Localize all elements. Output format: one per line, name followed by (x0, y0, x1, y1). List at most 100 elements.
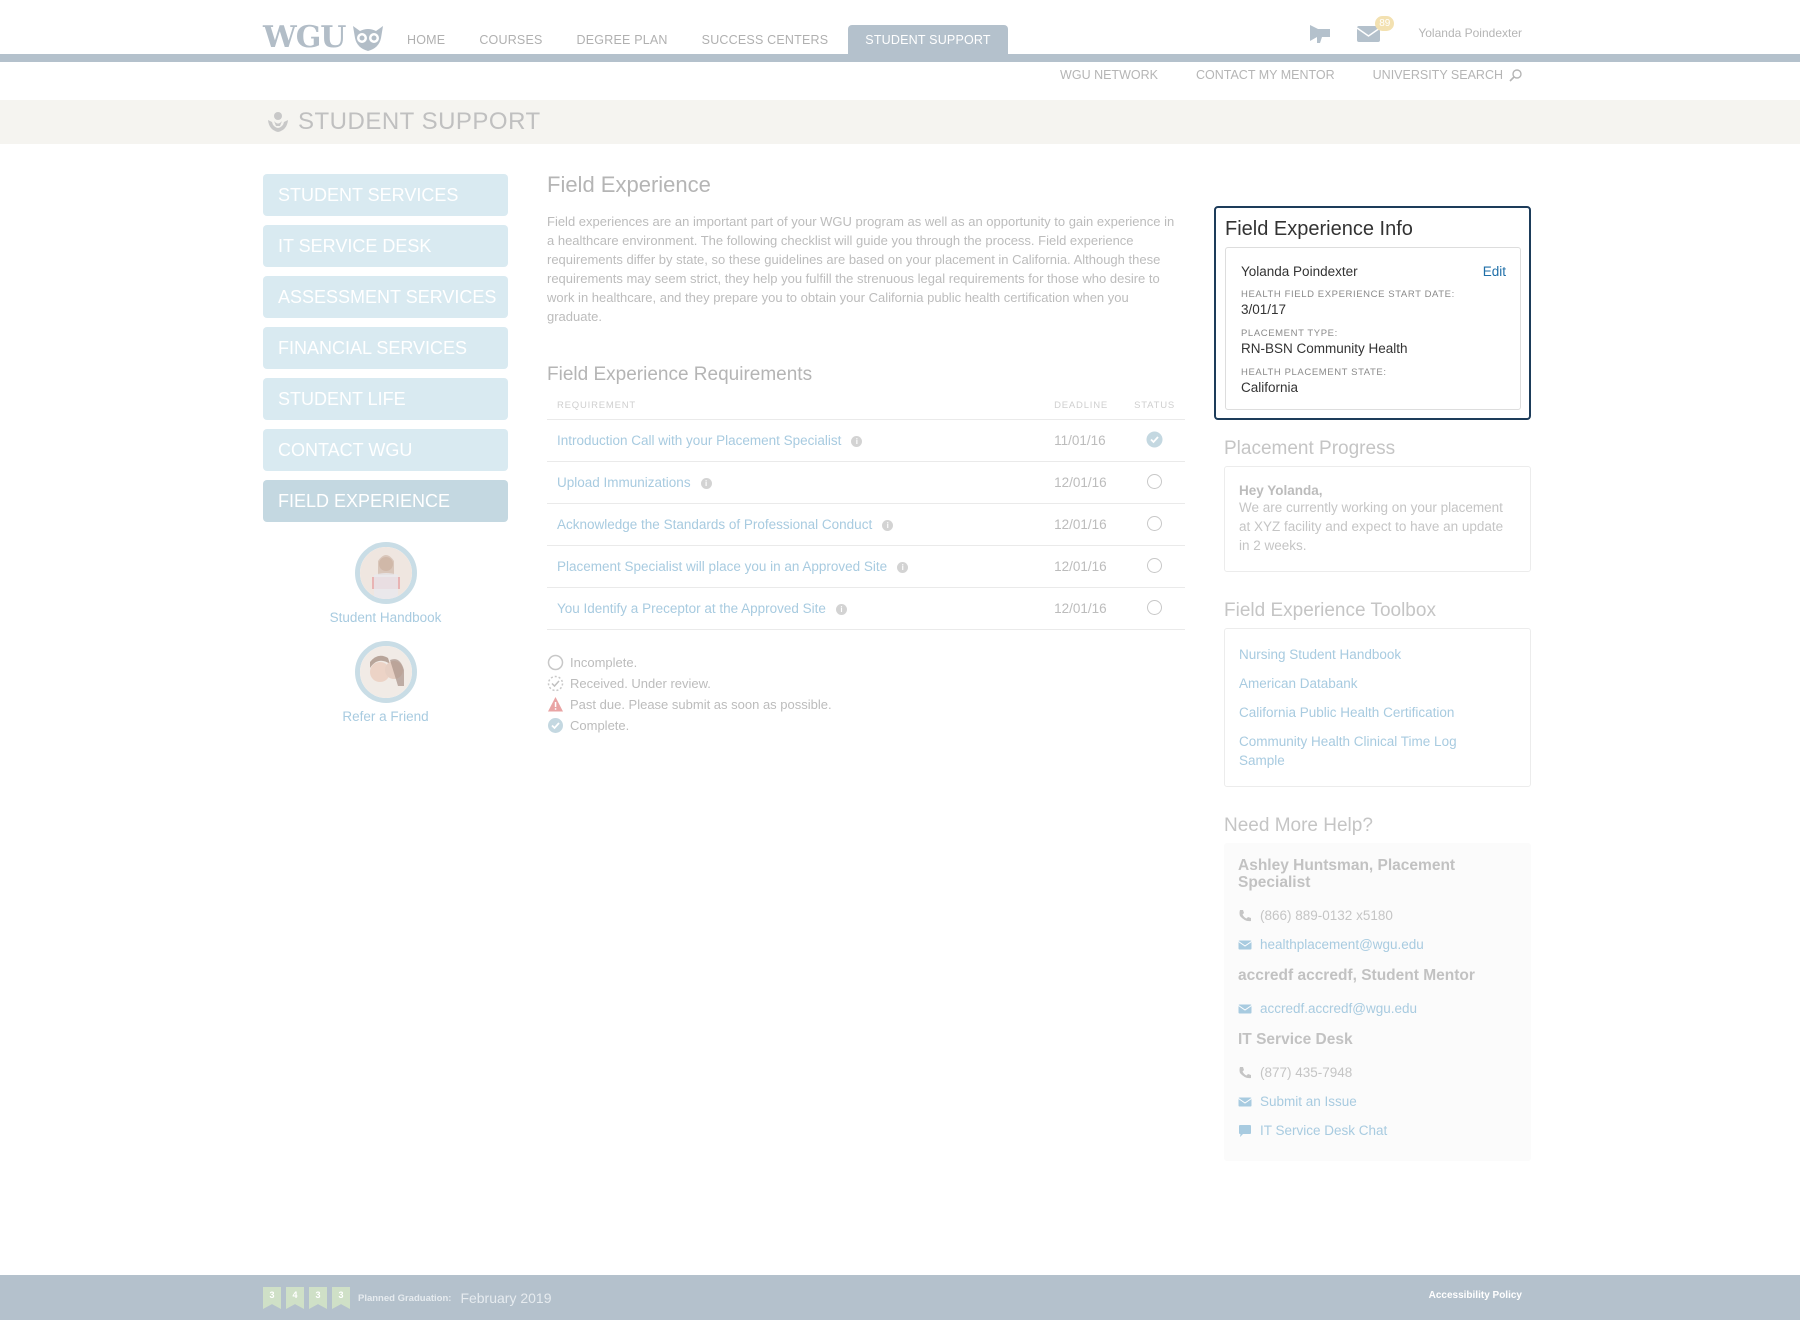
owl-logo-icon (353, 25, 384, 51)
term-ribbon: 4 (286, 1287, 304, 1309)
chat-label: IT Service Desk Chat (1260, 1123, 1388, 1138)
incomplete-circle-icon (1147, 473, 1163, 489)
info-name-row: Yolanda Poindexter Edit (1241, 264, 1506, 279)
contact-student-mentor: accredf accredf, Student Mentor accredf.… (1238, 967, 1517, 1023)
placement-state-value: California (1241, 380, 1299, 395)
incomplete-circle-icon (547, 654, 564, 671)
start-date-value: 3/01/17 (1241, 302, 1287, 317)
sidebar-item-it-service-desk[interactable]: IT SERVICE DESK (263, 225, 508, 267)
messages-button[interactable]: 89 (1356, 16, 1395, 44)
placement-progress-box: Hey Yolanda, We are currently working on… (1224, 466, 1531, 572)
service-desk-chat-link[interactable]: IT Service Desk Chat (1238, 1116, 1517, 1145)
legend-item-received: Received. Under review. (547, 673, 1185, 694)
sidebar-item-assessment-services[interactable]: ASSESSMENT SERVICES (263, 276, 508, 318)
requirement-deadline: 11/01/16 (1044, 419, 1125, 462)
table-header-row: REQUIREMENT DEADLINE STATUS (547, 396, 1185, 420)
nav-success-centers[interactable]: SUCCESS CENTERS (685, 25, 846, 54)
announcements-button[interactable] (1308, 22, 1334, 44)
info-icon[interactable]: i (700, 478, 712, 489)
info-icon[interactable]: i (882, 520, 894, 531)
student-name: Yolanda Poindexter (1241, 264, 1358, 279)
sidebar: STUDENT SERVICES IT SERVICE DESK ASSESSM… (263, 174, 508, 724)
requirement-status (1124, 461, 1185, 504)
contact-phone: (877) 435-7948 (1238, 1058, 1517, 1087)
legend-item-past-due: Past due. Please submit as soon as possi… (547, 694, 1185, 715)
info-icon[interactable]: i (835, 604, 847, 615)
nav-student-support[interactable]: STUDENT SUPPORT (848, 25, 1008, 54)
requirement-name: Acknowledge the Standards of Professiona… (557, 517, 873, 532)
promo-refer-a-friend[interactable]: Refer a Friend (263, 641, 508, 724)
term-ribbon: 3 (309, 1287, 327, 1309)
submit-issue-link[interactable]: Submit an Issue (1238, 1087, 1517, 1116)
contact-email-link[interactable]: healthplacement@wgu.edu (1238, 930, 1517, 959)
legend-label: Received. Under review. (570, 676, 711, 691)
phone-icon (1239, 1066, 1251, 1078)
nav-home[interactable]: HOME (390, 25, 462, 54)
toolbox-link-american-databank[interactable]: American Databank (1239, 674, 1516, 693)
legend-label: Incomplete. (570, 655, 638, 670)
requirement-link[interactable]: Acknowledge the Standards of Professiona… (547, 503, 1045, 546)
requirement-link[interactable]: Upload Immunizations i (547, 461, 1045, 504)
toolbox-link-time-log-sample[interactable]: Community Health Clinical Time Log Sampl… (1239, 732, 1479, 770)
subnav-wgu-network[interactable]: WGU NETWORK (1060, 68, 1158, 82)
logo-text: WGU (263, 20, 346, 55)
nav-degree-plan[interactable]: DEGREE PLAN (560, 25, 685, 54)
toolbox-title: Field Experience Toolbox (1224, 600, 1436, 621)
sidebar-item-student-services[interactable]: STUDENT SERVICES (263, 174, 508, 216)
mail-icon (1238, 940, 1252, 949)
contact-it-service-desk: IT Service Desk (877) 435-7948 Submit an… (1238, 1031, 1517, 1145)
requirement-name: Introduction Call with your Placement Sp… (557, 433, 842, 448)
edit-link[interactable]: Edit (1483, 264, 1506, 279)
requirements-table: REQUIREMENT DEADLINE STATUS Introduction… (547, 396, 1185, 630)
field-experience-info-card: Field Experience Info Yolanda Poindexter… (1214, 206, 1531, 420)
contact-email-link[interactable]: accredf.accredf@wgu.edu (1238, 994, 1517, 1023)
legend-label: Complete. (570, 718, 630, 733)
megaphone-icon (1310, 25, 1331, 43)
placement-type-value: RN-BSN Community Health (1241, 341, 1408, 356)
promo-label: Refer a Friend (342, 709, 429, 724)
complete-check-icon (1146, 431, 1163, 447)
column-status: STATUS (1124, 396, 1185, 420)
toolbox-link-ca-public-health[interactable]: California Public Health Certification (1239, 703, 1516, 722)
requirement-status (1124, 587, 1185, 630)
nav-courses[interactable]: COURSES (462, 25, 559, 54)
section-title: Field Experience (547, 172, 711, 197)
subnav-contact-mentor[interactable]: CONTACT MY MENTOR (1196, 68, 1335, 82)
sidebar-item-field-experience[interactable]: FIELD EXPERIENCE (263, 480, 508, 522)
incomplete-circle-icon (1147, 599, 1163, 615)
help-box: Ashley Huntsman, Placement Specialist (8… (1224, 843, 1531, 1161)
wgu-logo[interactable]: WGU (263, 20, 385, 55)
requirement-deadline: 12/01/16 (1044, 461, 1125, 504)
contact-name: accredf accredf, Student Mentor (1238, 967, 1475, 984)
sidebar-item-contact-wgu[interactable]: CONTACT WGU (263, 429, 508, 471)
subnav-label: CONTACT MY MENTOR (1195, 68, 1335, 82)
email-address: accredf.accredf@wgu.edu (1260, 1001, 1418, 1016)
legend-label: Past due. Please submit as soon as possi… (570, 697, 832, 712)
info-icon[interactable]: i (897, 562, 909, 573)
requirement-link[interactable]: You Identify a Preceptor at the Approved… (547, 587, 1045, 630)
toolbox-link-nursing-handbook[interactable]: Nursing Student Handbook (1239, 645, 1516, 664)
info-card-body: Yolanda Poindexter Edit HEALTH FIELD EXP… (1225, 247, 1521, 410)
sidebar-item-financial-services[interactable]: FINANCIAL SERVICES (263, 327, 508, 369)
planned-graduation-value: February 2019 (460, 1290, 552, 1306)
table-row: You Identify a Preceptor at the Approved… (547, 587, 1185, 630)
requirement-deadline: 12/01/16 (1044, 545, 1125, 588)
info-card-title: Field Experience Info (1225, 218, 1413, 240)
accessibility-policy-link[interactable]: Accessibility Policy (1429, 1290, 1522, 1301)
phone-icon (1239, 909, 1251, 921)
sidebar-item-student-life[interactable]: STUDENT LIFE (263, 378, 508, 420)
requirement-deadline: 12/01/16 (1044, 503, 1125, 546)
info-icon[interactable]: i (851, 436, 863, 447)
table-row: Upload Immunizations i 12/01/16 (547, 461, 1185, 504)
planned-graduation-label: Planned Graduation: (358, 1292, 452, 1304)
incomplete-circle-icon (1147, 557, 1163, 573)
requirement-link[interactable]: Introduction Call with your Placement Sp… (547, 419, 1045, 462)
contact-name: Ashley Huntsman, Placement Specialist (1238, 857, 1456, 891)
requirement-link[interactable]: Placement Specialist will place you in a… (547, 545, 1045, 588)
term-ribbon: 3 (332, 1287, 350, 1309)
column-requirement: REQUIREMENT (547, 396, 1045, 420)
student-handbook-image (354, 542, 417, 604)
user-name[interactable]: Yolanda Poindexter (1418, 26, 1522, 40)
promo-student-handbook[interactable]: Student Handbook (263, 542, 508, 625)
subnav-university-search[interactable]: UNIVERSITY SEARCH (1373, 68, 1522, 82)
